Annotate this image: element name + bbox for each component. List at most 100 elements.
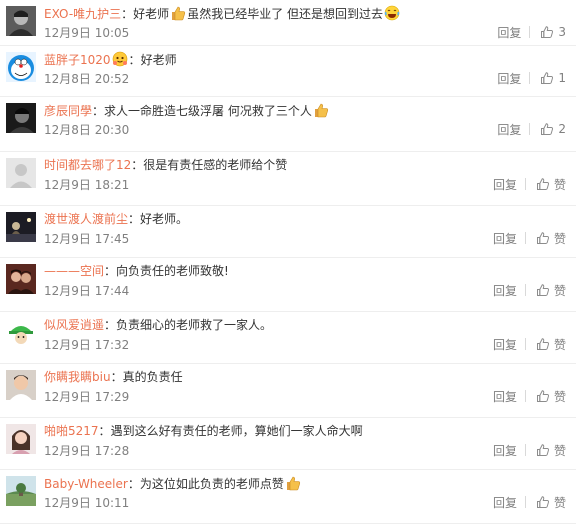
comment-item: 彦辰同學：求人一命胜造七级浮屠 何况救了三个人 12月8日 20:30 回复 2	[0, 97, 576, 152]
comment-text: 负责细心的老师救了一家人。	[116, 318, 273, 332]
thumbs-up-icon[interactable]	[540, 25, 554, 39]
comment-body: 蓝胖子1020 ：好老师	[44, 51, 568, 68]
username-link[interactable]: 似风爱逍遥	[44, 318, 104, 332]
action-divider	[524, 444, 526, 456]
comment-actions: 回复 赞	[493, 176, 566, 192]
avatar[interactable]	[6, 52, 36, 82]
like-count[interactable]: 赞	[554, 494, 566, 511]
comment-actions: 回复 赞	[493, 442, 566, 458]
comment-actions: 回复 赞	[493, 282, 566, 298]
username-link[interactable]: EXO-唯九护三	[44, 7, 121, 21]
thumbs-up-emoji	[313, 102, 329, 118]
comment-time: 12月9日 17:44	[44, 284, 130, 298]
comment-time: 12月9日 18:21	[44, 178, 130, 192]
username-link[interactable]: 蓝胖子1020	[44, 53, 111, 67]
comment-item: 蓝胖子1020 ：好老师 12月8日 20:52 回复 1	[0, 46, 576, 97]
reply-button[interactable]: 回复	[493, 388, 517, 405]
like-count[interactable]: 赞	[554, 230, 566, 247]
comment-actions: 回复 2	[497, 121, 566, 137]
comment-actions: 回复 赞	[493, 230, 566, 246]
thumbs-up-icon[interactable]	[536, 389, 550, 403]
avatar[interactable]	[6, 6, 36, 36]
thumbs-up-icon[interactable]	[536, 495, 550, 509]
thumbs-up-icon[interactable]	[536, 177, 550, 191]
like-count[interactable]: 赞	[554, 388, 566, 405]
reply-button[interactable]: 回复	[493, 230, 517, 247]
avatar[interactable]	[6, 370, 36, 400]
comment-text: 虽然我已经毕业了 但还是想回到过去	[187, 7, 384, 21]
like-count[interactable]: 2	[558, 122, 566, 136]
username-link[interactable]: 时间都去哪了12	[44, 158, 131, 172]
comment-body: 似风爱逍遥：负责细心的老师救了一家人。	[44, 317, 568, 333]
thumbs-up-icon[interactable]	[536, 337, 550, 351]
thumbs-up-icon[interactable]	[536, 443, 550, 457]
comment-item: ———空间：向负责任的老师致敬! 12月9日 17:44 回复 赞	[0, 258, 576, 312]
avatar[interactable]	[6, 103, 36, 133]
comment-body: 啪啪5217：遇到这么好有责任的老师，算她们一家人命大啊	[44, 423, 568, 439]
like-count[interactable]: 3	[558, 25, 566, 39]
colon-separator: ：	[110, 370, 123, 384]
comment-text: 好老师	[140, 53, 177, 67]
comment-text: 好老师	[133, 7, 170, 21]
thumbs-up-emoji	[170, 5, 186, 21]
username-link[interactable]: 渡世渡人渡前尘	[44, 212, 128, 226]
avatar[interactable]	[6, 424, 36, 454]
action-divider	[529, 72, 531, 84]
reply-button[interactable]: 回复	[497, 70, 521, 87]
comment-text: 为这位如此负责的老师点赞	[139, 477, 284, 491]
comment-time: 12月8日 20:52	[44, 72, 130, 86]
username-link[interactable]: Baby-Wheeler	[44, 477, 128, 491]
avatar[interactable]	[6, 318, 36, 348]
colon-separator: ：	[127, 477, 140, 491]
username-link[interactable]: 你瞒我瞒biu	[44, 370, 111, 384]
reply-button[interactable]: 回复	[493, 494, 517, 511]
reply-button[interactable]: 回复	[493, 176, 517, 193]
thumbs-up-emoji	[285, 475, 301, 491]
comment-text: 遇到这么好有责任的老师，算她们一家人命大啊	[110, 424, 363, 438]
colon-separator: ：	[131, 158, 144, 172]
colon-separator: ：	[121, 7, 134, 21]
username-link[interactable]: 啪啪5217	[44, 424, 99, 438]
like-count[interactable]: 赞	[554, 176, 566, 193]
reply-button[interactable]: 回复	[493, 282, 517, 299]
thumbs-up-icon[interactable]	[536, 231, 550, 245]
username-link[interactable]: ———空间	[44, 264, 104, 278]
reply-button[interactable]: 回复	[493, 442, 517, 459]
colon-separator: ：	[128, 53, 141, 67]
comment-list: EXO-唯九护三：好老师 虽然我已经毕业了 但还是想回到过去 12月9日 10:05…	[0, 0, 576, 524]
action-divider	[524, 496, 526, 508]
comment-body: 你瞒我瞒biu：真的负责任	[44, 369, 568, 385]
avatar[interactable]	[6, 264, 36, 294]
avatar[interactable]	[6, 158, 36, 188]
action-divider	[524, 284, 526, 296]
like-count[interactable]: 1	[558, 71, 566, 85]
comment-time: 12月8日 20:30	[44, 123, 130, 137]
username-link[interactable]: 彦辰同學	[44, 104, 92, 118]
avatar[interactable]	[6, 476, 36, 506]
reply-button[interactable]: 回复	[497, 121, 521, 138]
comment-body: 彦辰同學：求人一命胜造七级浮屠 何况救了三个人	[44, 102, 568, 119]
comment-time: 12月9日 17:28	[44, 444, 130, 458]
comment-item: 你瞒我瞒biu：真的负责任 12月9日 17:29 回复 赞	[0, 364, 576, 418]
like-count[interactable]: 赞	[554, 282, 566, 299]
reply-button[interactable]: 回复	[497, 24, 521, 41]
like-count[interactable]: 赞	[554, 442, 566, 459]
action-divider	[529, 26, 531, 38]
avatar[interactable]	[6, 212, 36, 242]
comment-time: 12月9日 10:05	[44, 26, 130, 40]
thumbs-up-icon[interactable]	[536, 283, 550, 297]
comment-time: 12月9日 17:45	[44, 232, 130, 246]
comment-actions: 回复 赞	[493, 336, 566, 352]
comment-item: 时间都去哪了12：很是有责任感的老师给个赞 12月9日 18:21 回复 赞	[0, 152, 576, 206]
comment-item: Baby-Wheeler：为这位如此负责的老师点赞 12月9日 10:11 回复 赞	[0, 470, 576, 524]
comment-item: 啪啪5217：遇到这么好有责任的老师，算她们一家人命大啊 12月9日 17:28 回…	[0, 418, 576, 470]
comment-body: 时间都去哪了12：很是有责任感的老师给个赞	[44, 157, 568, 173]
colon-separator: ：	[128, 212, 141, 226]
comment-item: 渡世渡人渡前尘：好老师。 12月9日 17:45 回复 赞	[0, 206, 576, 258]
comment-body: Baby-Wheeler：为这位如此负责的老师点赞	[44, 475, 568, 492]
thumbs-up-icon[interactable]	[540, 122, 554, 136]
comment-item: 似风爱逍遥：负责细心的老师救了一家人。 12月9日 17:32 回复 赞	[0, 312, 576, 364]
thumbs-up-icon[interactable]	[540, 71, 554, 85]
reply-button[interactable]: 回复	[493, 336, 517, 353]
like-count[interactable]: 赞	[554, 336, 566, 353]
